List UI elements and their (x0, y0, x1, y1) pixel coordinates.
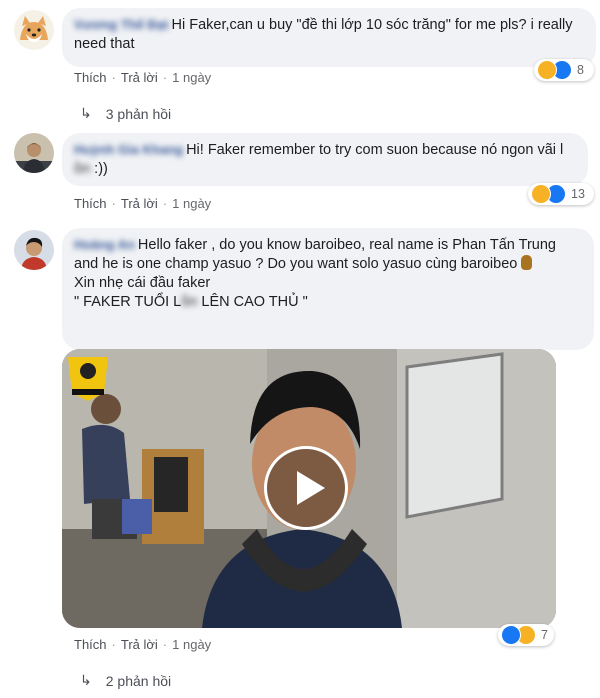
comment-time[interactable]: 1 ngày (172, 70, 211, 85)
comment-text: Hi! Faker remember to try com suon becau… (186, 142, 564, 158)
view-replies[interactable]: ↳ 3 phản hồi (80, 105, 171, 122)
comment-text-line3: " FAKER TUỔI L (74, 294, 182, 310)
reply-link[interactable]: Trả lời (121, 196, 158, 211)
comment-author[interactable]: Vương Thế Đạt (74, 15, 169, 34)
reaction-count: 7 (541, 628, 548, 642)
censored-text: ồn (74, 161, 91, 177)
comment-video[interactable] (62, 349, 556, 628)
comment-author[interactable]: Huỳnh Gia Khang (74, 140, 183, 159)
replies-label: 3 phản hồi (105, 105, 172, 122)
haha-icon (531, 184, 551, 204)
reaction-count: 8 (577, 63, 584, 77)
haha-icon (537, 60, 557, 80)
comment-time[interactable]: 1 ngày (172, 196, 211, 211)
reaction-count: 13 (571, 187, 585, 201)
reply-arrow-icon: ↳ (80, 105, 92, 121)
view-replies[interactable]: ↳ 2 phản hồi (80, 672, 171, 689)
comment-actions: Thích · Trả lời · 1 ngày (74, 196, 212, 211)
comment-actions: Thích · Trả lời · 1 ngày (74, 637, 212, 652)
ok-hand-emoji-icon (521, 255, 533, 270)
comment-bubble: Hoàng An Hello faker , do you know baroib… (62, 228, 594, 350)
comment-text-line2: Xin nhẹ cái đầu faker (74, 275, 211, 291)
person-avatar-icon (14, 230, 54, 270)
comment-author[interactable]: Hoàng An (74, 235, 135, 254)
reply-link[interactable]: Trả lời (121, 70, 158, 85)
video-channel-logo (68, 357, 108, 401)
reaction-summary[interactable]: 8 (534, 59, 594, 81)
comment-bubble: Vương Thế Đạt Hi Faker,can u buy "đề thi … (62, 8, 596, 67)
reply-link[interactable]: Trả lời (121, 637, 158, 652)
comment-text-line3-end: LÊN CAO THỦ " (197, 294, 308, 310)
person-avatar-icon (14, 133, 54, 173)
comment-bubble: Huỳnh Gia Khang Hi! Faker remember to try… (62, 133, 588, 186)
like-link[interactable]: Thích (74, 196, 107, 211)
reply-arrow-icon: ↳ (80, 672, 92, 688)
comment-time[interactable]: 1 ngày (172, 637, 211, 652)
shiba-avatar-icon (14, 10, 54, 50)
play-button[interactable] (264, 446, 348, 530)
comment-text: Hello faker , do you know baroibeo, real… (74, 237, 556, 272)
like-link[interactable]: Thích (74, 637, 107, 652)
reaction-summary[interactable]: 7 (498, 624, 554, 646)
like-link[interactable]: Thích (74, 70, 107, 85)
commenter-avatar[interactable] (14, 230, 54, 270)
comment-text-end: :)) (90, 161, 108, 177)
commenter-avatar[interactable] (14, 133, 54, 173)
commenter-avatar[interactable] (14, 10, 54, 50)
comment-actions: Thích · Trả lời · 1 ngày (74, 70, 212, 85)
reaction-summary[interactable]: 13 (528, 183, 594, 205)
play-icon (297, 471, 325, 505)
like-icon (501, 625, 521, 645)
replies-label: 2 phản hồi (105, 672, 172, 689)
censored-text: ồn (181, 294, 198, 310)
